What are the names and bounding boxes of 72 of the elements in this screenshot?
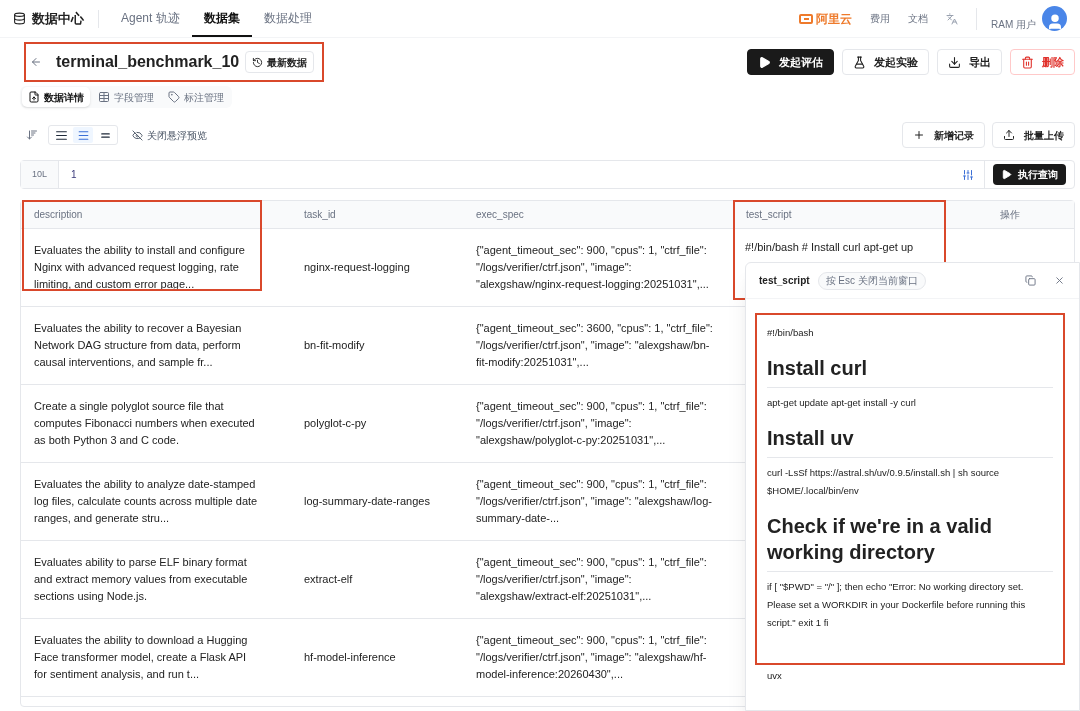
column-header: task_id — [303, 208, 337, 222]
avatar[interactable] — [1042, 6, 1067, 31]
table-cell-text: {"agent_timeout_sec": 900, "cpus": 1, "ctrf_file": "/logs/verifier/ctrf.json", "image": "alexgshaw/extract-elf:20251031",... — [476, 555, 708, 604]
column-header: description — [33, 208, 84, 222]
nav-tab[interactable]: Agent 轨迹 — [109, 0, 192, 37]
table-cell-text: Evaluates the ability to recover a Bayesian Network DAG structure from data, perform causal interventions, and sample fr... — [34, 321, 243, 370]
sort-icon[interactable] — [26, 129, 38, 141]
table-cell-text: nginx-request-logging — [304, 260, 410, 275]
popup-title: test_script — [759, 274, 810, 288]
script-text: if [ "$PWD" = "/" ]; then echo "Error: No working directory set. Please set a WORKDIR in your Dockerfile before running this script." exit 1 fi — [767, 580, 1027, 630]
flask-icon — [853, 55, 866, 69]
table-cell-text: {"agent_timeout_sec": 900, "cpus": 1, "ctrf_file": "/logs/verifier/ctrf.json", "image": "alexgshaw/hf-model-inference:20260430",... — [476, 633, 708, 682]
nav-link[interactable]: 文档 — [908, 11, 928, 26]
table-cell-text: {"agent_timeout_sec": 900, "cpus": 1, "ctrf_file": "/logs/verifier/ctrf.json", "image": "alexgshaw/log-summary-date-... — [476, 477, 713, 526]
back-icon[interactable] — [30, 56, 42, 68]
column-header: 操作 — [999, 208, 1021, 222]
script-text: uvx — [767, 669, 782, 683]
table-cell-text: extract-elf — [304, 572, 353, 587]
view-tab[interactable]: 字段管理 — [92, 87, 160, 107]
action-button[interactable]: 发起评估 — [747, 49, 834, 75]
upload-icon — [1003, 129, 1015, 141]
table-cell-text: bn-fit-modify — [304, 338, 365, 353]
nav-tab[interactable]: 数据处理 — [251, 0, 324, 37]
version-button[interactable]: 最新数据 — [245, 51, 315, 73]
plus-icon — [913, 129, 925, 141]
nav-tab[interactable]: 数据集 — [191, 0, 252, 37]
dataset-title: terminal_benchmark_10 — [56, 52, 240, 72]
esc-hint: 按 Esc 关闭当前窗口 — [817, 271, 926, 290]
script-text: curl -LsSf https://astral.sh/uv/0.9.5/install.sh | sh source $HOME/.local/bin/env — [767, 466, 1001, 498]
table-cell-text: {"agent_timeout_sec": 900, "cpus": 1, "ctrf_file": "/logs/verifier/ctrf.json", "image": "alexgshaw/nginx-request-logging:20251031",... — [476, 243, 710, 292]
file-icon — [28, 91, 40, 103]
copy-icon[interactable] — [1025, 275, 1036, 286]
table-cell-text: log-summary-date-ranges — [304, 494, 430, 509]
table-cell-text: Evaluates the ability to download a Hugging Face transformer model, create a Flask API for sentiment analysis, and run t... — [34, 633, 249, 682]
table-cell: #!/bin/bash # Install curl apt-get up — [745, 241, 914, 253]
nav-link[interactable]: 费用 — [870, 11, 890, 26]
action-button[interactable]: 导出 — [937, 49, 1002, 75]
view-tab[interactable]: 数据详情 — [22, 87, 90, 107]
toolbar-button[interactable]: 批量上传 — [992, 122, 1075, 148]
column-header: exec_spec — [475, 208, 525, 222]
action-button[interactable]: 发起实验 — [842, 49, 929, 75]
table-cell-text: {"agent_timeout_sec": 900, "cpus": 1, "ctrf_file": "/logs/verifier/ctrf.json", "image": "alexgshaw/polyglot-c-py:20251031",... — [476, 399, 708, 448]
table-cell-text: Evaluates ability to parse ELF binary format and extract memory values from executable sections using Node.js. — [34, 555, 249, 604]
column-header: test_script — [745, 208, 793, 222]
table-icon — [98, 91, 110, 103]
database-icon — [13, 12, 26, 25]
script-text: apt-get update apt-get install -y curl — [767, 396, 917, 410]
toolbar-button[interactable]: 新增记录 — [902, 122, 985, 148]
history-icon — [252, 56, 264, 68]
action-button[interactable]: 删除 — [1010, 49, 1075, 75]
play-icon — [758, 55, 771, 69]
table-cell-text: {"agent_timeout_sec": 3600, "cpus": 1, "ctrf_file": "/logs/verifier/ctrf.json", "image": "alexgshaw/bn-fit-modify:20251031",... — [476, 321, 714, 370]
table-cell-text: polyglot-c-py — [304, 416, 367, 431]
download-icon — [948, 55, 961, 69]
user-name: RAM 用户 — [991, 18, 1036, 32]
lines-icon — [76, 128, 90, 142]
eye-off-icon — [132, 129, 143, 141]
trash-icon — [1021, 55, 1034, 69]
script-text: #!/bin/bash — [767, 326, 815, 340]
script-heading: Install uv — [767, 415, 1053, 458]
view-tab[interactable]: 标注管理 — [162, 87, 230, 107]
dense-lines-icon — [54, 128, 68, 142]
table-cell-text: Evaluates the ability to analyze date-stamped log files, calculate counts across multiple date ranges, and generate stru... — [34, 477, 258, 526]
translate-icon[interactable] — [946, 12, 958, 25]
table-cell-text: Create a single polyglot source file that computes Fibonacci numbers when executed as both Python 3 and C code. — [34, 399, 256, 448]
table-cell-text: hf-model-inference — [304, 650, 396, 665]
brand-title: 数据中心 — [32, 9, 84, 28]
script-heading: Install curl — [767, 345, 1053, 388]
preview-toggle[interactable]: 关闭悬浮预览 — [132, 127, 207, 143]
close-icon[interactable] — [1054, 275, 1065, 286]
tag-icon — [168, 91, 180, 103]
script-heading: Check if we're in a valid working directory — [767, 503, 1053, 572]
